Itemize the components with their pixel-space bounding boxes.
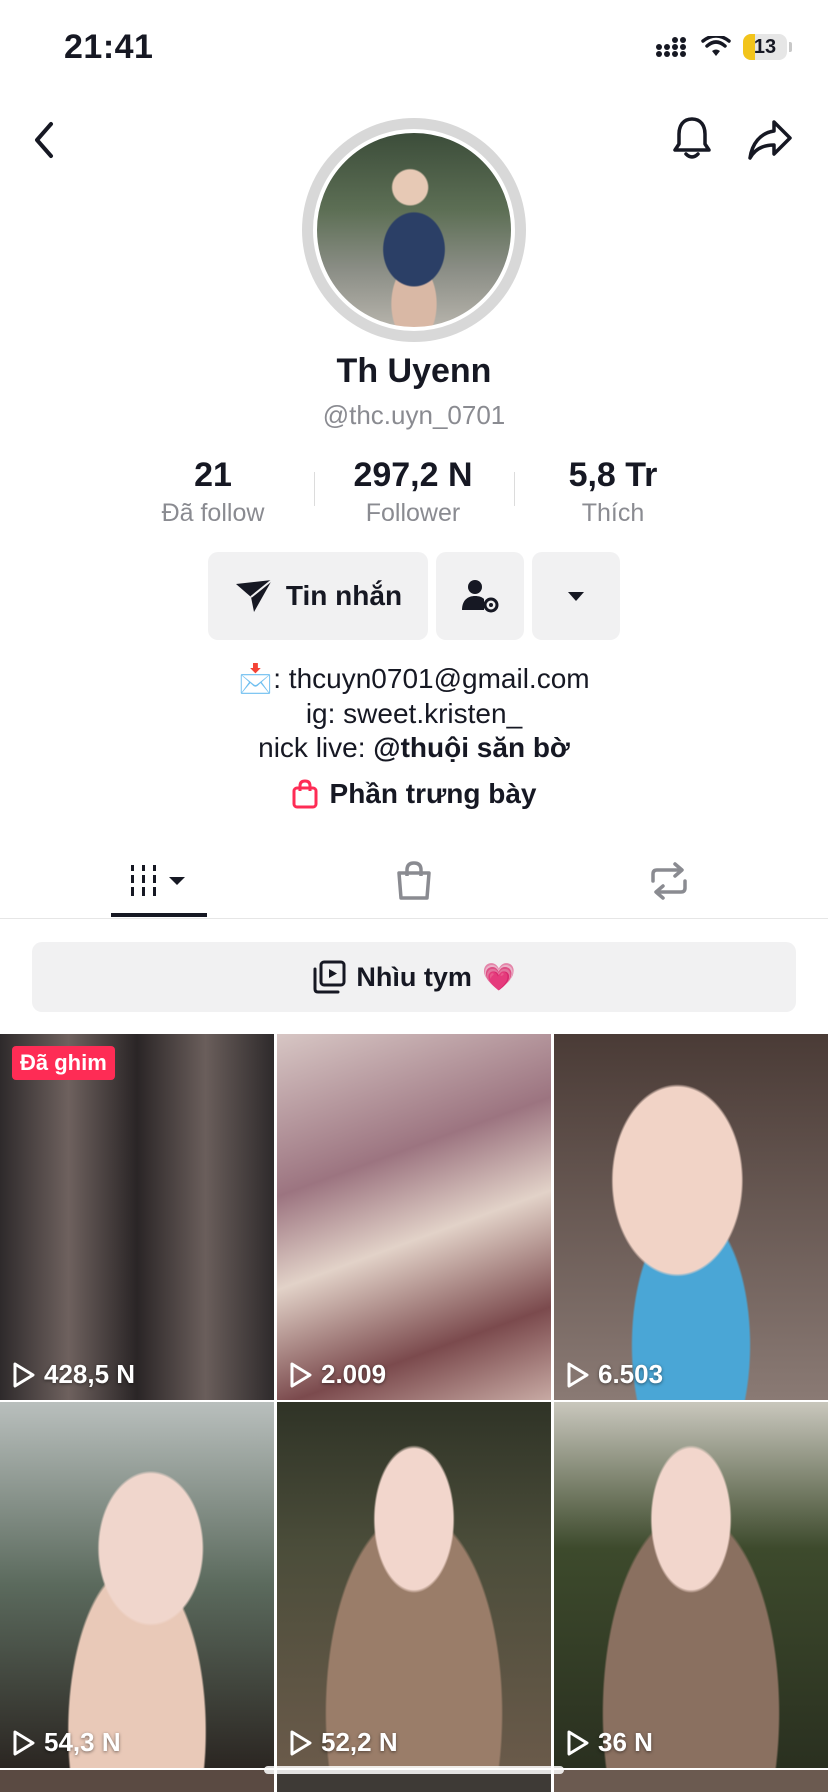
playlist-label: Nhìu tym [356,961,472,992]
more-dropdown-button[interactable] [532,552,620,640]
cellular-signal-icon [656,37,686,57]
repost-icon [651,862,687,900]
shopping-bag-icon [292,779,318,809]
view-count: 52,2 N [289,1727,398,1758]
back-button[interactable] [18,114,70,166]
notification-button[interactable] [666,112,718,164]
message-button[interactable]: Tin nhắn [208,552,428,640]
stat-followers[interactable]: 297,2 N Follower [313,456,513,528]
username: @thc.uyn_0701 [322,400,506,430]
view-count-text: 6.503 [598,1359,664,1389]
view-count-text: 428,5 N [44,1359,136,1389]
view-count-text: 36 N [598,1727,653,1757]
send-icon [235,579,273,612]
wifi-icon [701,36,731,56]
stat-followers-value: 297,2 N [353,456,473,494]
play-icon [290,1362,312,1387]
play-icon [13,1730,35,1755]
battery-level: 13 [753,35,777,58]
envelope-icon: 📩 [238,663,274,694]
video-thumbnail-partial[interactable] [554,1770,828,1792]
video-thumbnail[interactable]: 2.009 [277,1034,551,1400]
video-thumbnail[interactable]: Đã ghim 428,5 N [0,1034,274,1400]
chevron-left-icon [35,122,53,158]
video-thumbnail[interactable]: 52,2 N [277,1402,551,1768]
pinned-badge: Đã ghim [12,1046,115,1080]
video-thumbnail[interactable]: 6.503 [554,1034,828,1400]
play-icon [567,1362,589,1387]
view-count: 54,3 N [12,1727,121,1758]
tab-reposts[interactable] [589,846,749,916]
status-time: 21:41 [64,28,154,66]
avatar-ring [302,118,526,342]
tab-shop[interactable] [334,846,494,916]
view-count-text: 52,2 N [321,1727,398,1757]
video-thumbnail[interactable]: 36 N [554,1402,828,1768]
share-button[interactable] [744,114,796,166]
play-icon [567,1730,589,1755]
share-arrow-icon [748,120,792,160]
showcase-link[interactable]: Phần trưng bày [0,778,828,810]
bio-instagram-line: ig: sweet.kristen_ [305,698,523,729]
bio-live-prefix: nick live: [258,732,374,763]
user-settings-icon [462,580,499,613]
bio-live-mention[interactable]: @thuội săn bờ [373,732,570,763]
video-thumbnail[interactable]: 54,3 N [0,1402,274,1768]
video-thumbnail-partial[interactable] [0,1770,274,1792]
play-icon [290,1730,312,1755]
play-icon [13,1362,35,1387]
showcase-label: Phần trưng bày [329,778,537,809]
tab-active-indicator [111,913,207,917]
heart-emoji-icon: 💗 [481,962,516,992]
stat-likes-label: Thích [581,499,645,527]
stat-likes[interactable]: 5,8 Tr Thích [513,456,713,528]
avatar[interactable] [313,129,515,331]
stat-likes-value: 5,8 Tr [568,456,658,494]
grid-videos-icon [131,865,185,896]
playlist-button[interactable]: Nhìu tym 💗 [32,942,796,1012]
status-icons: 13 [655,34,792,60]
battery-icon: 13 [743,34,792,60]
bell-icon [673,117,711,159]
view-count: 36 N [566,1727,653,1758]
message-button-label: Tin nhắn [285,580,403,611]
bio-email-line: 📩: thcuyn0701@gmail.com [0,662,828,695]
bio-email-text: : thcuyn0701@gmail.com [273,663,590,694]
stat-following-value: 21 [194,456,232,494]
view-count: 428,5 N [12,1359,135,1390]
view-count: 2.009 [289,1359,386,1390]
view-count: 6.503 [566,1359,663,1390]
display-name: Th Uyenn [336,352,492,390]
view-count-text: 2.009 [321,1359,387,1389]
view-count-text: 54,3 N [44,1727,121,1757]
stat-following-label: Đã follow [161,499,265,527]
stat-following[interactable]: 21 Đã follow [113,456,313,528]
shopping-bag-icon [397,861,431,900]
bio-live-line: nick live: @thuội săn bờ [0,732,828,764]
tab-videos[interactable] [79,846,239,916]
tabs-divider [0,918,828,919]
caret-down-icon [568,592,584,601]
playlist-icon [313,960,346,994]
home-indicator [264,1766,564,1774]
friend-settings-button[interactable] [436,552,524,640]
stat-followers-label: Follower [365,499,461,527]
